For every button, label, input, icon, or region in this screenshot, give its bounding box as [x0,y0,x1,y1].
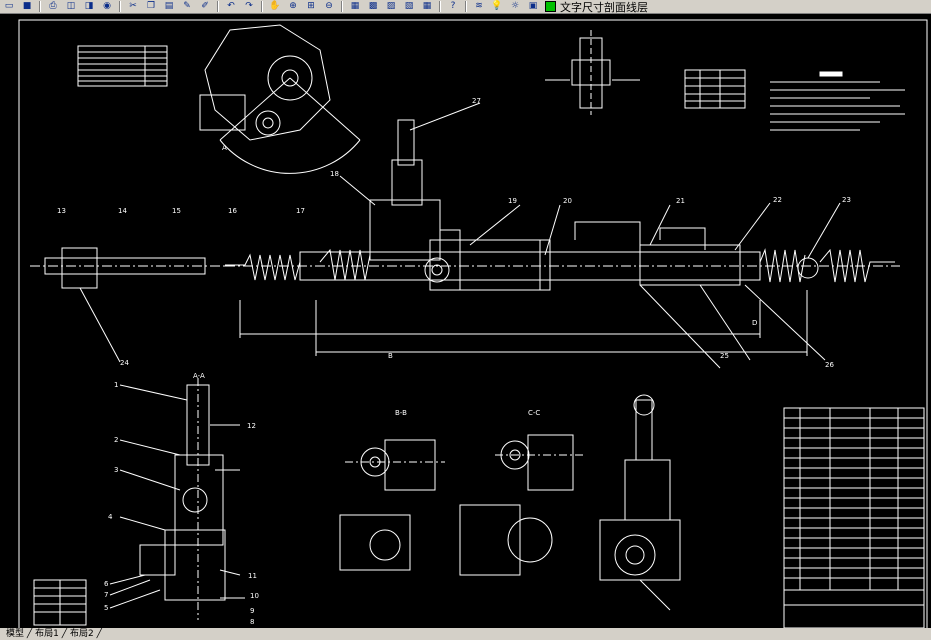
balloon-21: 21 [676,197,685,205]
balloon-11: 11 [248,572,257,580]
isometric-view [599,394,681,611]
view-label-a: A [222,144,227,152]
section-c-c-view [459,434,585,576]
paste-icon[interactable]: ▤ [162,1,176,12]
section-a-a-view [109,378,245,620]
balloon-25: 25 [720,352,729,360]
section-label-b-b: B-B [395,409,407,417]
revision-table [33,579,87,626]
pan-icon[interactable]: ✋ [268,1,282,12]
design-center-icon[interactable]: ▩ [366,1,380,12]
copy-icon[interactable]: ❐ [144,1,158,12]
balloon-18: 18 [330,170,339,178]
properties-icon[interactable]: ▦ [348,1,362,12]
balloon-26: 26 [825,361,834,369]
print-icon[interactable]: ⎙ [46,1,60,12]
detail-view-top [545,30,640,115]
balloon-4: 4 [108,513,113,521]
title-block [783,407,925,629]
web-icon[interactable]: ◉ [100,1,114,12]
balloon-15: 15 [172,207,181,215]
publish-icon[interactable]: ◨ [82,1,96,12]
drawing-canvas[interactable]: 13 14 15 16 17 18 19 20 21 22 23 24 25 2… [0,13,931,640]
toolbar-separator [465,1,467,12]
balloon-8: 8 [250,618,254,626]
section-b-b-view [339,439,445,571]
toolbar-separator [439,1,441,12]
zoom-previous-icon[interactable]: ⊖ [322,1,336,12]
section-label-c-c: C-C [528,409,540,417]
toolbar-separator [261,1,263,12]
section-label-a-a: A-A [193,372,205,380]
balloon-17: 17 [296,207,305,215]
toolbar-separator [39,1,41,12]
dimension-label-d: D [752,319,757,327]
balloon-23: 23 [842,196,851,204]
balloon-19: 19 [508,197,517,205]
balloon-22: 22 [773,196,782,204]
match-prop-icon[interactable]: ✎ [180,1,194,12]
layout-tabs[interactable]: 模型 ╱ 布局1 ╱ 布局2 ╱ [0,628,931,640]
cut-icon[interactable]: ✂ [126,1,140,12]
preview-icon[interactable]: ◫ [64,1,78,12]
block-editor-icon[interactable]: ✐ [198,1,212,12]
standard-toolbar: ▭ ■ ⎙ ◫ ◨ ◉ ✂ ❐ ▤ ✎ ✐ ↶ ↷ ✋ ⊕ ⊞ ⊖ ▦ ▩ ▨ … [0,0,931,14]
balloon-14: 14 [118,207,127,215]
help-icon[interactable]: ? [446,1,460,12]
sun-icon: ☼ [510,1,520,11]
balloon-2: 2 [114,436,118,444]
dimension-label-b: B [388,352,393,360]
lock-icon: ▣ [528,1,538,11]
balloon-12: 12 [247,422,256,430]
balloon-16: 16 [228,207,237,215]
lightbulb-icon: 💡 [491,1,503,11]
balloon-24: 24 [120,359,129,367]
steering-rack-assembly [30,102,900,369]
toolbar-separator [341,1,343,12]
sheet-set-icon[interactable]: ▧ [402,1,416,12]
balloon-9: 9 [250,607,254,615]
technical-notes [770,71,905,131]
zoom-window-icon[interactable]: ⊞ [304,1,318,12]
toolbar-separator [217,1,219,12]
save-icon[interactable]: ■ [20,1,34,12]
balloon-20: 20 [563,197,572,205]
balloon-1: 1 [114,381,118,389]
balloon-10: 10 [250,592,259,600]
layer-name-dropdown[interactable]: 文字尺寸剖面线层 [560,0,648,14]
spec-table [684,69,746,109]
balloon-5: 5 [104,604,108,612]
balloon-27: 27 [472,97,481,105]
redo-icon[interactable]: ↷ [242,1,256,12]
zoom-realtime-icon[interactable]: ⊕ [286,1,300,12]
layer-color-swatch [545,1,556,12]
balloon-7: 7 [104,591,108,599]
balloon-6: 6 [104,580,109,588]
calc-icon[interactable]: ▦ [420,1,434,12]
open-icon[interactable]: ▭ [2,1,16,12]
undo-icon[interactable]: ↶ [224,1,238,12]
drawing-frame [18,19,928,633]
toolbar-separator [119,1,121,12]
layer-manager-icon[interactable]: ≋ [472,1,486,12]
parameter-table [77,45,168,87]
balloon-13: 13 [57,207,66,215]
balloon-3: 3 [114,466,118,474]
tool-palette-icon[interactable]: ▨ [384,1,398,12]
